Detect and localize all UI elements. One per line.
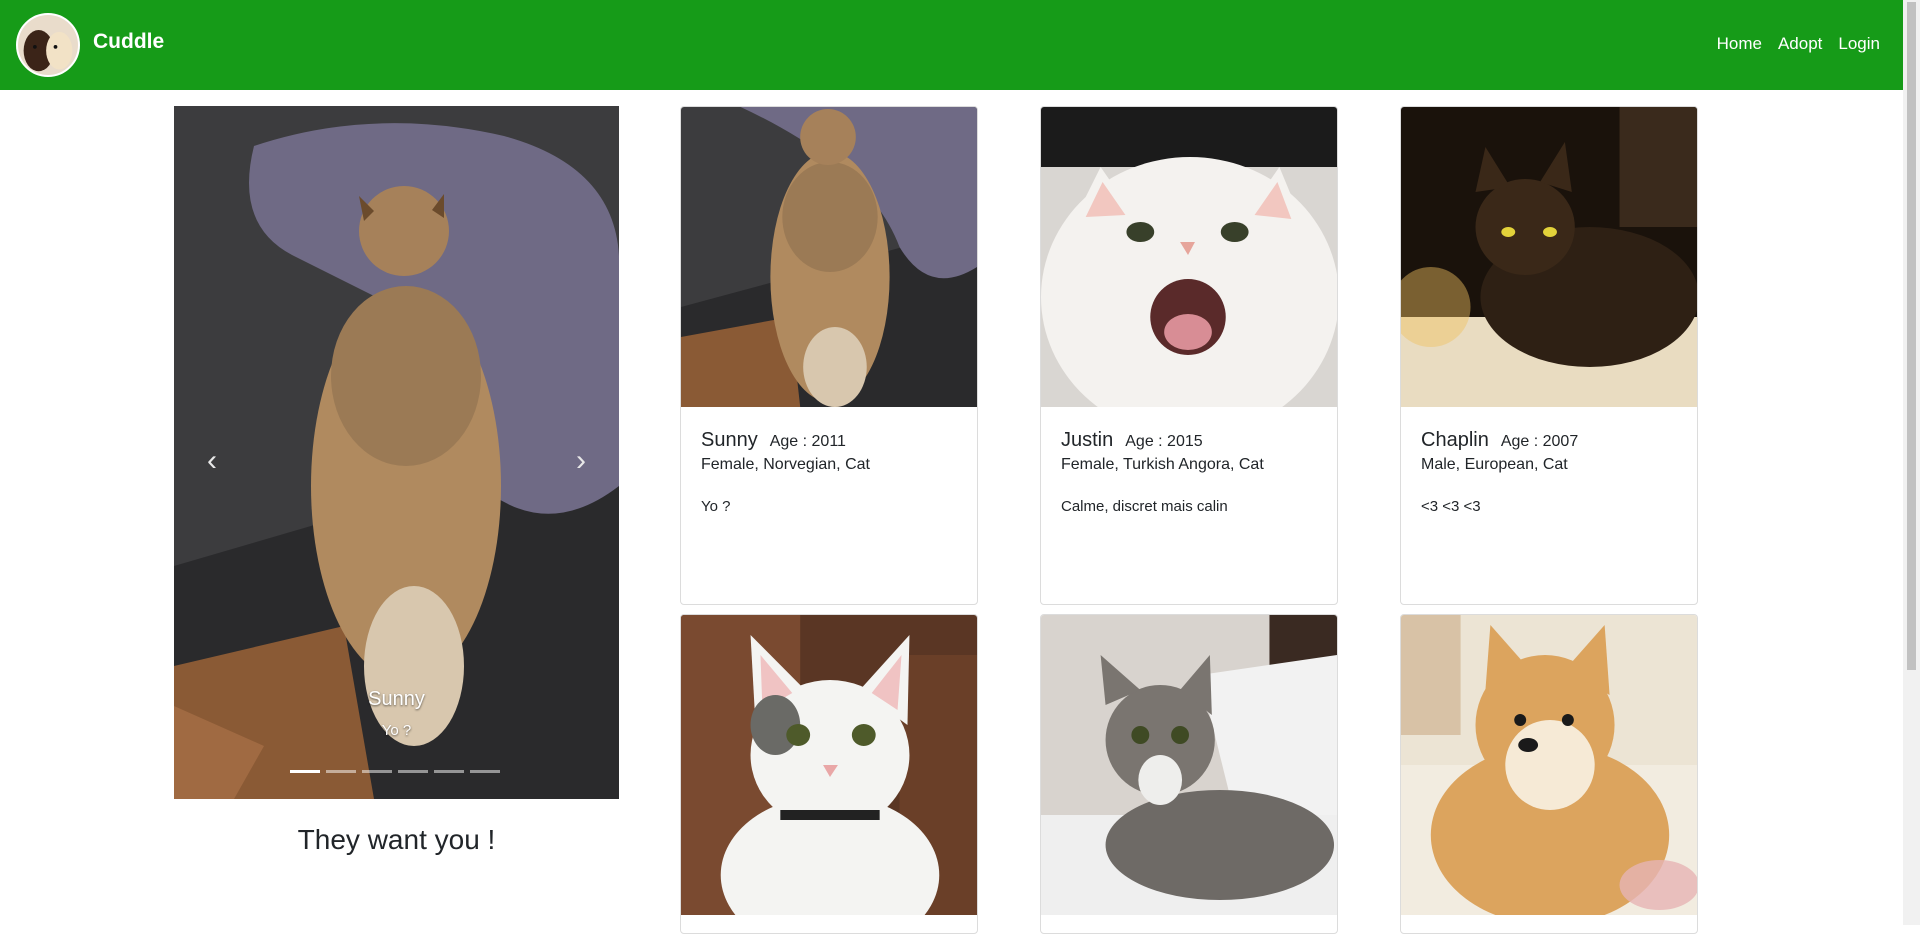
chevron-left-icon: ‹	[207, 444, 217, 477]
nav-links: Home Adopt Login	[1701, 34, 1880, 54]
page-scrollbar[interactable]	[1903, 0, 1920, 925]
chevron-right-icon: ›	[576, 444, 586, 477]
pet-age: Age : 2011	[769, 433, 846, 450]
pet-card-image[interactable]	[1401, 107, 1697, 407]
carousel-caption-name: Sunny	[368, 688, 425, 710]
carousel-indicator[interactable]	[470, 770, 500, 773]
pet-card-image[interactable]	[1401, 615, 1697, 915]
carousel-indicator[interactable]	[290, 770, 320, 773]
pet-card-body: Justin Age : 2015 Female, Turkish Angora…	[1041, 407, 1337, 515]
navbar: Cuddle Home Adopt Login	[0, 0, 1903, 90]
pet-card-body: Sunny Age : 2011 Female, Norvegian, Cat …	[681, 407, 977, 515]
carousel-caption-desc: Yo ?	[381, 722, 412, 739]
carousel-indicator[interactable]	[398, 770, 428, 773]
nav-home-link[interactable]: Home	[1717, 34, 1762, 54]
pet-info: Male, European, Cat	[1421, 456, 1568, 473]
pet-card-image[interactable]	[681, 107, 977, 407]
carousel-indicator[interactable]	[326, 770, 356, 773]
pet-description: Yo ?	[701, 498, 731, 515]
pet-card[interactable]: Justin Age : 2015 Female, Turkish Angora…	[1040, 106, 1338, 605]
pet-description: Calme, discret mais calin	[1061, 498, 1228, 515]
carousel-indicator[interactable]	[434, 770, 464, 773]
carousel-indicator[interactable]	[362, 770, 392, 773]
pet-card[interactable]	[1400, 614, 1698, 934]
pet-card[interactable]	[680, 614, 978, 934]
scrollbar-thumb[interactable]	[1907, 2, 1916, 670]
pet-card-image[interactable]	[681, 615, 977, 915]
tagline-heading: They want you !	[297, 824, 496, 855]
carousel-next-button[interactable]: ›	[551, 436, 611, 486]
pet-name[interactable]: Sunny	[701, 429, 758, 452]
brand-name[interactable]: Cuddle	[93, 30, 164, 54]
carousel-prev-button[interactable]: ‹	[182, 436, 242, 486]
pet-name[interactable]: Justin	[1061, 429, 1113, 452]
pet-card[interactable]: Sunny Age : 2011 Female, Norvegian, Cat …	[680, 106, 978, 605]
pet-age: Age : 2007	[1500, 433, 1579, 450]
pet-card[interactable]	[1040, 614, 1338, 934]
pet-age: Age : 2015	[1125, 433, 1203, 450]
pet-info: Female, Norvegian, Cat	[701, 456, 870, 473]
pet-description: <3 <3 <3	[1421, 498, 1481, 515]
nav-adopt-link[interactable]: Adopt	[1778, 34, 1822, 54]
pet-card-image[interactable]	[1041, 615, 1337, 915]
carousel-indicators	[290, 770, 500, 773]
pet-card-body: Chaplin Age : 2007 Male, European, Cat <…	[1401, 407, 1697, 515]
pet-name[interactable]: Chaplin	[1421, 429, 1489, 452]
pet-info: Female, Turkish Angora, Cat	[1061, 456, 1264, 473]
brand-logo[interactable]	[16, 13, 80, 77]
pet-card[interactable]: Chaplin Age : 2007 Male, European, Cat <…	[1400, 106, 1698, 605]
nav-login-link[interactable]: Login	[1838, 34, 1880, 54]
featured-carousel: ‹ › Sunny Yo ?	[174, 106, 619, 799]
pet-card-image[interactable]	[1041, 107, 1337, 407]
